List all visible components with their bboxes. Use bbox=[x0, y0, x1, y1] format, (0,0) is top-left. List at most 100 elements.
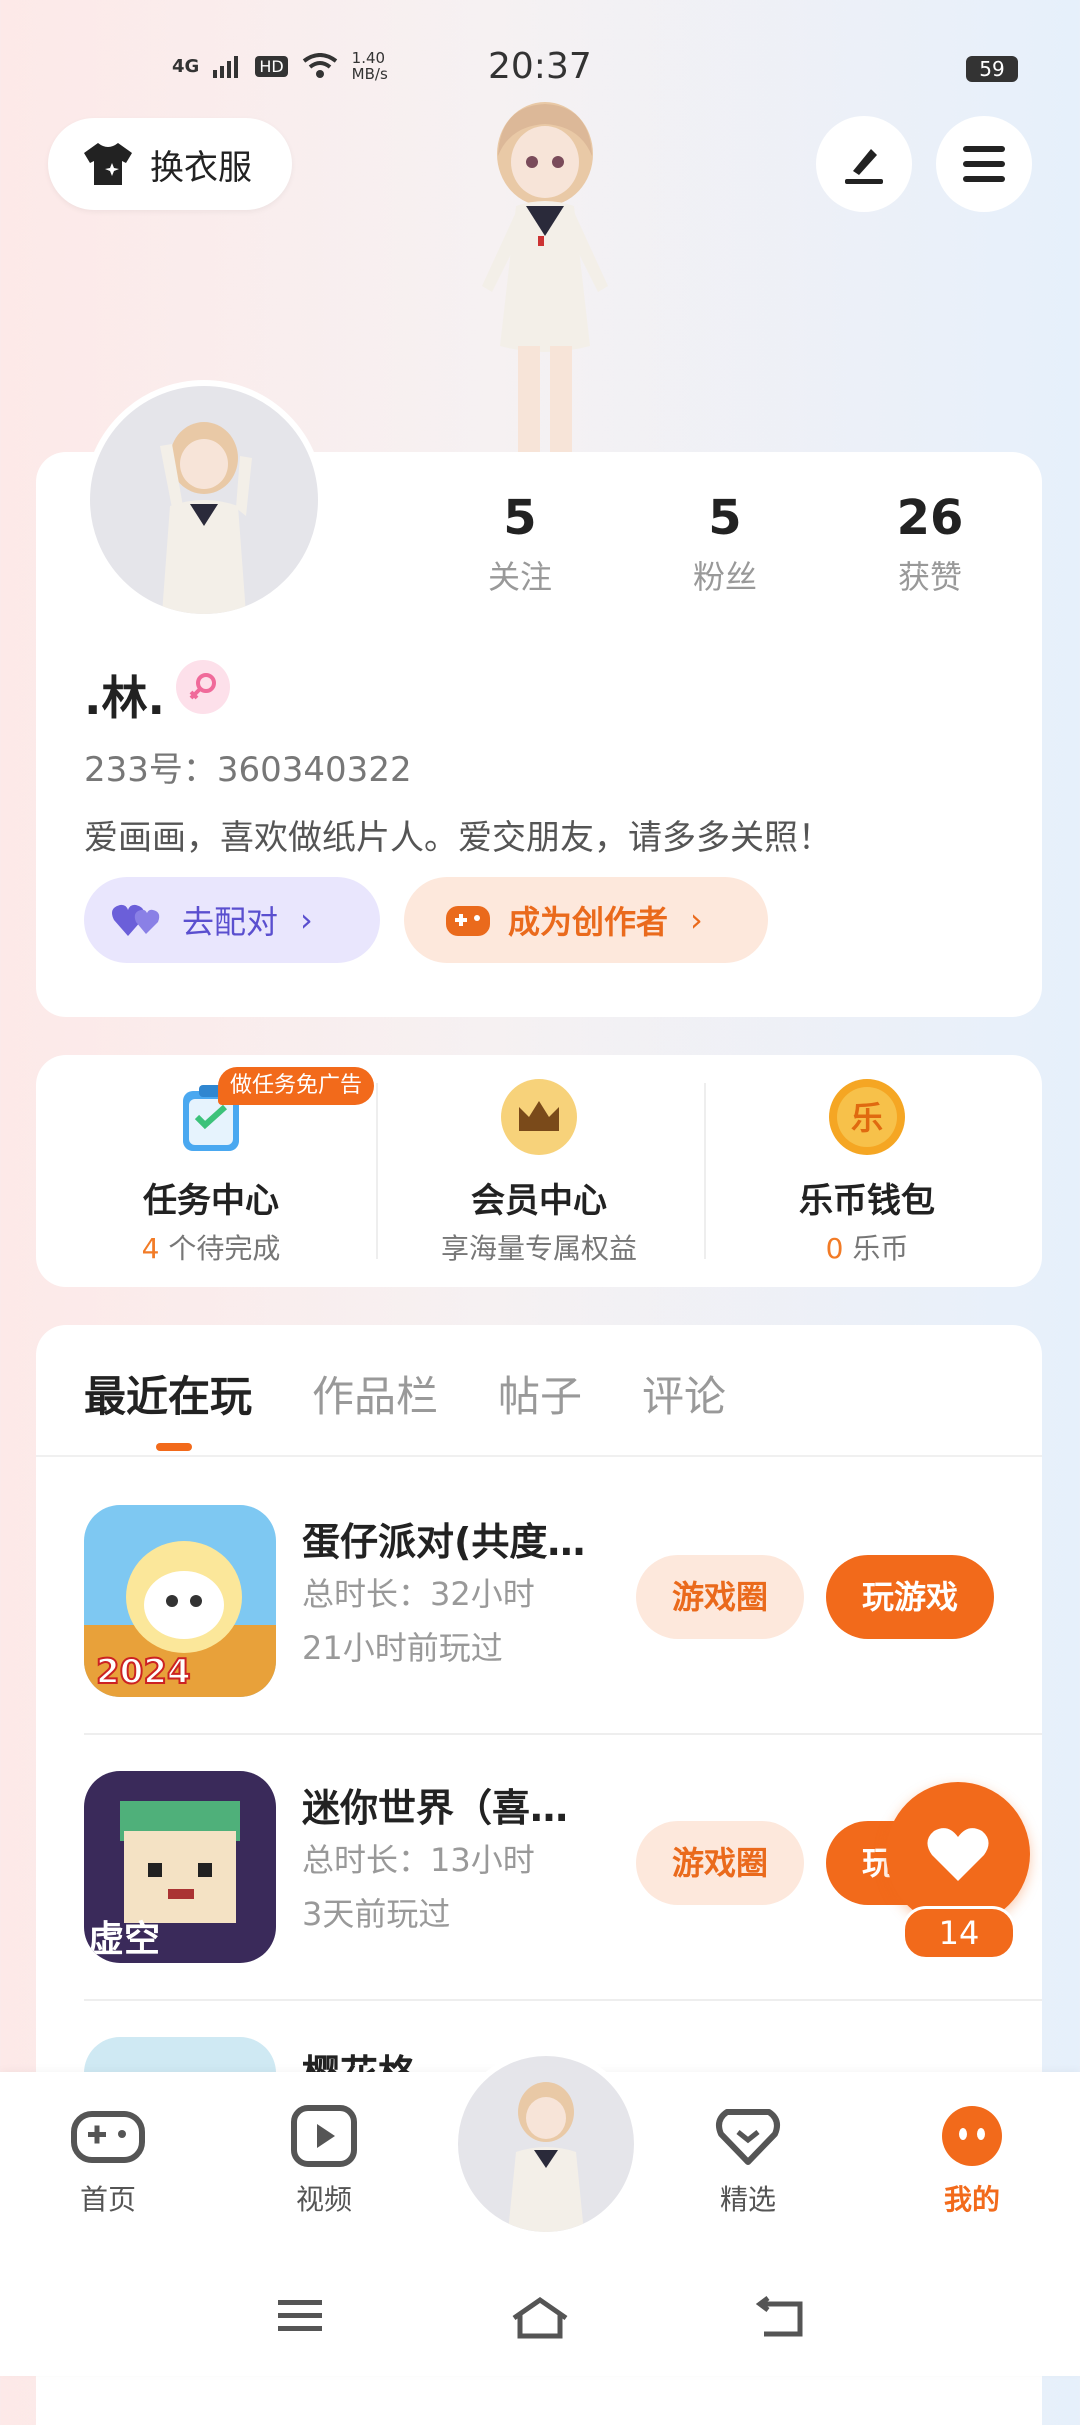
back-icon[interactable] bbox=[754, 2296, 806, 2340]
nav-home-label: 首页 bbox=[79, 2183, 136, 2216]
tabs-divider bbox=[36, 1455, 1042, 1457]
pen-icon bbox=[845, 149, 883, 184]
task-center-title: 任务中心 bbox=[143, 1181, 279, 1221]
row-divider bbox=[84, 1999, 1042, 2001]
home-icon[interactable] bbox=[510, 2296, 570, 2340]
bottom-nav: 首页 视频 精选 我的 bbox=[0, 2050, 1080, 2376]
heart-icon bbox=[927, 1828, 989, 1881]
chevron-right-icon: › bbox=[690, 901, 703, 939]
nav-me[interactable]: 我的 bbox=[912, 2104, 1032, 2218]
like-count-badge: 14 bbox=[902, 1906, 1016, 1960]
pending-label: 个待完成 bbox=[159, 1232, 281, 1265]
game-last-played: 3天前玩过 bbox=[302, 1895, 451, 1933]
floating-like-button[interactable] bbox=[886, 1782, 1030, 1926]
nav-featured[interactable]: 精选 bbox=[688, 2104, 808, 2218]
tab-works[interactable]: 作品栏 bbox=[312, 1363, 438, 1424]
task-badge: 做任务免广告 bbox=[218, 1067, 375, 1105]
net-speed-value: 1.40 bbox=[351, 49, 386, 67]
member-center[interactable]: 会员中心 享海量专属权益 bbox=[374, 1055, 704, 1287]
nickname: .林. bbox=[84, 671, 165, 725]
coin-count: 0 bbox=[825, 1232, 844, 1265]
recents-icon[interactable] bbox=[276, 2296, 324, 2336]
video-icon bbox=[291, 2105, 357, 2167]
match-button[interactable]: 去配对 › bbox=[84, 877, 380, 963]
nav-featured-label: 精选 bbox=[719, 2183, 776, 2216]
game-duration: 总时长：32小时 bbox=[302, 1575, 535, 1613]
shirt-icon bbox=[84, 143, 132, 185]
game-circle-button[interactable]: 游戏圈 bbox=[636, 1821, 804, 1905]
net-speed: 1.40 MB/s bbox=[352, 50, 388, 82]
game-circle-button[interactable]: 游戏圈 bbox=[636, 1555, 804, 1639]
me-icon bbox=[942, 2106, 1002, 2166]
stat-likes[interactable]: 26 获赞 bbox=[850, 490, 1010, 598]
chevron-right-icon: › bbox=[300, 901, 313, 939]
become-creator-button[interactable]: 成为创作者 › bbox=[404, 877, 768, 963]
game-duration: 总时长：13小时 bbox=[302, 1841, 535, 1879]
pending-count: 4 bbox=[141, 1232, 160, 1265]
hd-badge: HD bbox=[255, 55, 288, 77]
net-speed-unit: MB/s bbox=[351, 65, 388, 83]
change-outfit-button[interactable]: 换衣服 bbox=[48, 118, 292, 210]
change-outfit-label: 换衣服 bbox=[150, 147, 252, 188]
bio: 爱画画，喜欢做纸片人。爱交朋友，请多多关照！ bbox=[84, 818, 832, 858]
tab-indicator bbox=[156, 1443, 192, 1451]
wifi-icon bbox=[302, 53, 337, 78]
task-center-sub: 4 个待完成 bbox=[46, 1227, 376, 1267]
user-id: 233号：360340322 bbox=[84, 750, 412, 790]
nav-video-label: 视频 bbox=[295, 2183, 352, 2216]
tab-recent[interactable]: 最近在玩 bbox=[84, 1363, 252, 1424]
become-creator-label: 成为创作者 bbox=[508, 903, 669, 941]
stat-likes-value: 26 bbox=[896, 490, 964, 546]
signal-icon bbox=[213, 56, 239, 78]
female-icon bbox=[176, 660, 230, 714]
tab-posts[interactable]: 帖子 bbox=[498, 1363, 582, 1424]
stat-followers[interactable]: 5 粉丝 bbox=[645, 490, 805, 598]
network-label: 4G bbox=[172, 55, 200, 77]
nav-avatar-button[interactable] bbox=[452, 2050, 640, 2238]
avatar-figure bbox=[508, 2082, 584, 2232]
member-center-sub: 享海量专属权益 bbox=[440, 1232, 637, 1265]
nav-home[interactable]: 首页 bbox=[48, 2104, 168, 2218]
stat-following-value: 5 bbox=[503, 490, 537, 546]
stat-following-label: 关注 bbox=[487, 558, 552, 596]
stat-followers-label: 粉丝 bbox=[692, 558, 757, 596]
game-last-played: 21小时前玩过 bbox=[302, 1629, 503, 1667]
coin-wallet[interactable]: 乐 乐币钱包 0 乐币 bbox=[702, 1055, 1032, 1287]
game-icon-mini-world[interactable]: 虚空 bbox=[84, 1771, 276, 1963]
battery-icon: 59 bbox=[966, 56, 1018, 82]
menu-icon bbox=[963, 146, 1005, 182]
stat-followers-value: 5 bbox=[708, 490, 742, 546]
avatar-character[interactable] bbox=[430, 96, 660, 456]
crown-icon bbox=[501, 1079, 577, 1155]
services-card: 做任务免广告 任务中心 4 个待完成 会员中心 享海量专属权益 乐 乐币钱包 0… bbox=[36, 1055, 1042, 1287]
gamepad-icon bbox=[446, 906, 490, 936]
gamepad-icon bbox=[71, 2111, 145, 2163]
coin-glyph: 乐 bbox=[851, 1099, 883, 1137]
status-left-icons: 4G HD 1.40 MB/s bbox=[172, 50, 388, 82]
profile-avatar[interactable] bbox=[84, 380, 324, 620]
stat-likes-label: 获赞 bbox=[897, 558, 962, 596]
coin-wallet-title: 乐币钱包 bbox=[799, 1181, 935, 1221]
menu-button[interactable] bbox=[936, 116, 1032, 212]
match-button-label: 去配对 bbox=[182, 903, 279, 941]
clock: 20:37 bbox=[488, 46, 592, 87]
nav-video[interactable]: 视频 bbox=[264, 2104, 384, 2218]
tab-comments[interactable]: 评论 bbox=[642, 1363, 726, 1424]
content-tabs: 最近在玩 作品栏 帖子 评论 bbox=[84, 1363, 786, 1424]
coin-unit: 乐币 bbox=[843, 1232, 909, 1265]
avatar-figure bbox=[160, 422, 252, 614]
game-row[interactable]: 2024 蛋仔派对(共度… 总时长：32小时 21小时前玩过 游戏圈 玩游戏 bbox=[84, 1475, 1042, 1741]
double-heart-icon bbox=[112, 904, 160, 936]
coin-icon: 乐 bbox=[829, 1079, 905, 1155]
edit-profile-button[interactable] bbox=[816, 116, 912, 212]
game-name: 迷你世界（喜… bbox=[302, 1786, 569, 1830]
task-center[interactable]: 做任务免广告 任务中心 4 个待完成 bbox=[46, 1055, 376, 1287]
heart-badge-icon bbox=[716, 2109, 780, 2165]
play-game-button[interactable]: 玩游戏 bbox=[826, 1555, 994, 1639]
coin-wallet-sub: 0 乐币 bbox=[702, 1227, 1032, 1267]
game-icon-year: 2024 bbox=[96, 1652, 191, 1692]
row-divider bbox=[84, 1733, 1042, 1735]
game-icon-eggy[interactable]: 2024 bbox=[84, 1505, 276, 1697]
game-icon-text: 虚空 bbox=[88, 1919, 160, 1960]
stat-following[interactable]: 5 关注 bbox=[440, 490, 600, 598]
